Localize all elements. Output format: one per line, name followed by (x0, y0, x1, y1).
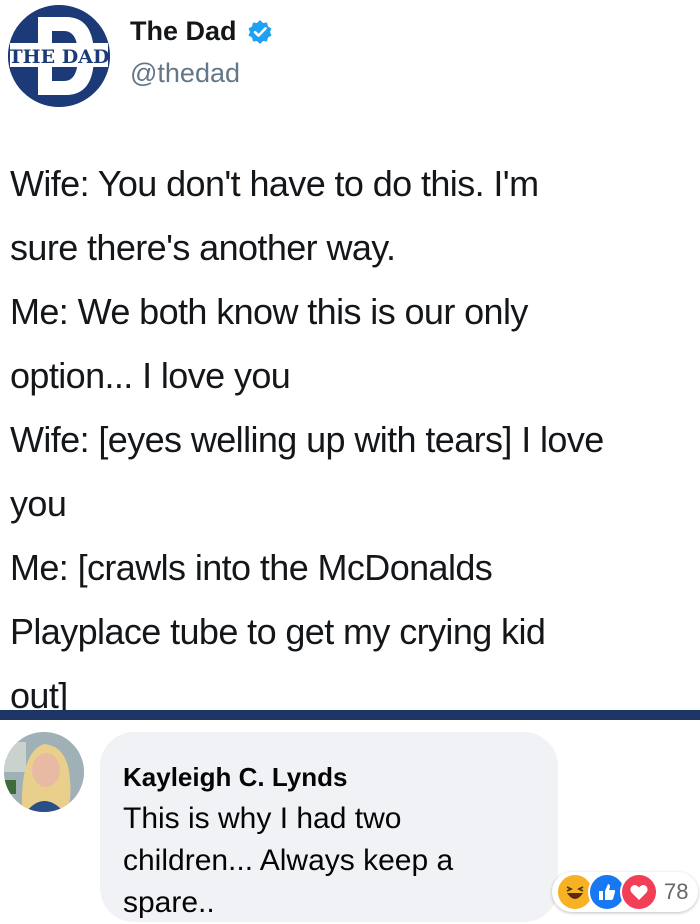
love-reaction-icon (620, 873, 658, 911)
verified-badge-icon (247, 19, 273, 45)
the-dad-logo-avatar[interactable]: THE DAD (8, 5, 110, 107)
comment-bubble: Kayleigh C. Lynds This is why I had two … (100, 732, 558, 922)
comment-text-line: This is why I had two (123, 802, 402, 835)
comment-text-line: children... Always keep a (123, 844, 454, 877)
section-divider (0, 710, 700, 720)
tweet-text-line: sure there's another way. (10, 227, 396, 268)
tweet-text-line: you (10, 483, 67, 524)
commenter-name[interactable]: Kayleigh C. Lynds (123, 762, 347, 793)
logo-graphic: THE DAD (8, 5, 110, 107)
tweet-card: THE DAD The Dad @thedad Wife: You don't … (0, 0, 700, 716)
author-name[interactable]: The Dad (130, 16, 237, 47)
comment-text: This is why I had two children... Always… (123, 798, 543, 924)
tweet-text-line: Playplace tube to get my crying kid (10, 611, 546, 652)
tweet-text-line: Me: We both know this is our only (10, 291, 528, 332)
tweet-text-line: Wife: [eyes welling up with tears] I lov… (10, 419, 604, 460)
tweet-text-line: option... I love you (10, 355, 291, 396)
avatar-photo (4, 732, 84, 812)
author-handle[interactable]: @thedad (130, 58, 240, 89)
reaction-count: 78 (664, 879, 689, 904)
comment-section: Kayleigh C. Lynds This is why I had two … (0, 720, 700, 924)
reactions-summary[interactable]: 78 (552, 872, 699, 912)
comment-text-line: spare.. (123, 886, 215, 919)
tweet-text-line: Me: [crawls into the McDonalds (10, 547, 493, 588)
tweet-text: Wife: You don't have to do this. I'm sur… (10, 152, 698, 728)
tweet-text-line: Wife: You don't have to do this. I'm (10, 163, 539, 204)
author-name-row[interactable]: The Dad (130, 16, 273, 47)
logo-text: THE DAD (9, 46, 110, 68)
commenter-avatar[interactable] (4, 732, 84, 812)
